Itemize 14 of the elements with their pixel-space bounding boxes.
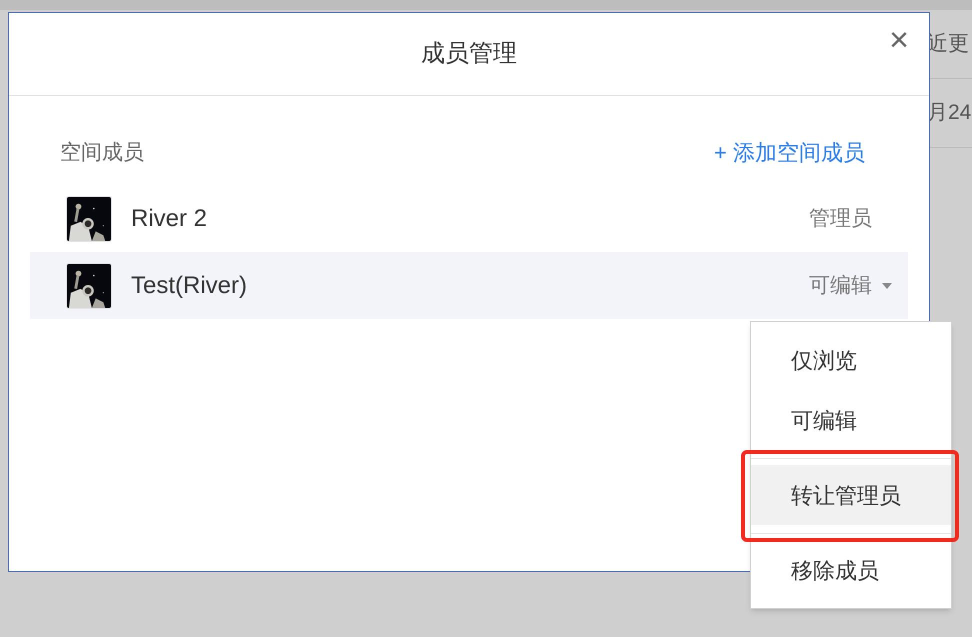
menu-item[interactable]: 可编辑 (751, 390, 951, 450)
section-label: 空间成员 (60, 140, 144, 166)
menu-item[interactable]: 仅浏览 (751, 330, 951, 390)
member-name: Test(River) (131, 270, 248, 300)
member-name: River 2 (131, 204, 208, 234)
member-row[interactable]: Test(River) 可编辑 (30, 252, 908, 319)
close-button[interactable]: × (889, 23, 909, 57)
menu-item[interactable]: 移除成员 (751, 540, 951, 600)
add-member-link[interactable]: + 添加空间成员 (714, 136, 865, 169)
dialog-title: 成员管理 (421, 39, 517, 69)
menu-item[interactable]: 转让管理员 (751, 465, 951, 525)
role-dropdown[interactable]: 可编辑 (809, 270, 892, 302)
background-text: 月24 (927, 100, 972, 126)
member-role: 管理员 (809, 206, 872, 232)
